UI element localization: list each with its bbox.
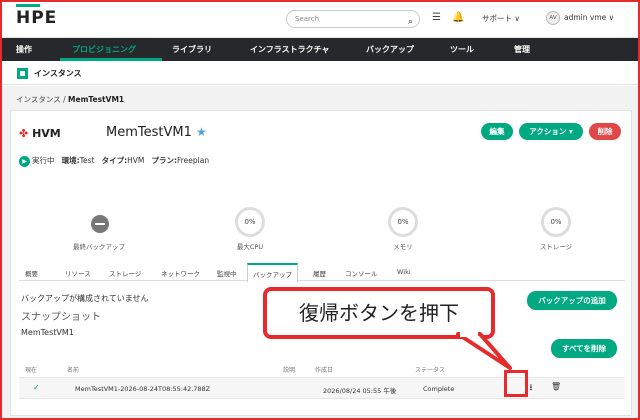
trash-icon[interactable]: 🗑	[551, 382, 561, 391]
tab-network[interactable]: ネットワーク	[161, 268, 200, 278]
tab-backups[interactable]: バックアップ	[247, 263, 298, 282]
stat-label-storage: ストレージ	[539, 243, 573, 251]
nav-tools[interactable]: ツール	[450, 44, 474, 55]
tab-resources[interactable]: リソース	[65, 268, 91, 278]
instance-tabs: 概要 リソース ストレージ ネットワーク 監視中 バックアップ 履歴 コンソール…	[19, 263, 625, 282]
bell-icon[interactable]: 🔔	[452, 12, 464, 23]
cpu-gauge: 0%	[235, 207, 265, 237]
sub-header: インスタンス	[2, 61, 638, 85]
restore-highlight-box	[504, 370, 528, 397]
user-menu[interactable]: admin vme ∨	[564, 13, 614, 22]
nav-operations[interactable]: 操作	[16, 44, 32, 55]
top-bar: HPE Search ⌕ ☰ 🔔 サポート ∨ AV admin vme ∨	[2, 2, 638, 38]
callout-tail	[456, 330, 512, 370]
support-menu[interactable]: サポート ∨	[482, 13, 520, 24]
snapshot-created: 2026/08/24 05:55 午後	[323, 387, 397, 395]
col-description: 説明	[283, 367, 296, 374]
stat-label-memory: メモリ	[393, 243, 413, 251]
avatar[interactable]: AV	[546, 11, 560, 25]
hpe-logo: HPE	[16, 4, 57, 28]
edit-button[interactable]: 編集	[481, 123, 513, 140]
tab-history[interactable]: 履歴	[313, 268, 326, 278]
memory-gauge: 0%	[388, 207, 418, 237]
nav-admin[interactable]: 管理	[514, 44, 530, 55]
tab-console[interactable]: コンソール	[345, 268, 378, 278]
nav-backup[interactable]: バックアップ	[366, 44, 414, 55]
col-name: 名前	[67, 367, 80, 374]
col-status: ステータス	[415, 367, 446, 374]
nav-library[interactable]: ライブラリ	[172, 44, 212, 55]
star-icon[interactable]: ★	[196, 125, 207, 139]
snapshot-heading: スナップショット	[21, 312, 101, 323]
snapshot-status: Complete	[423, 385, 455, 393]
storage-gauge: 0%	[541, 207, 571, 237]
breadcrumb-sep: /	[63, 95, 66, 104]
instance-title: MemTestVM1 ★	[106, 125, 207, 140]
snapshot-instance-name: MemTestVM1	[21, 328, 74, 337]
tab-overview[interactable]: 概要	[25, 268, 38, 278]
stat-label-backup: 最終バックアップ	[73, 243, 125, 251]
instance-card: ✤ HVM MemTestVM1 ★ 編集 アクション ▾ 削除 ▶ 実行中 環境…	[10, 110, 632, 416]
col-created: 作成日	[315, 367, 334, 374]
add-backup-button[interactable]: バックアップの追加	[527, 291, 617, 310]
tab-storage[interactable]: ストレージ	[109, 268, 141, 278]
instance-status: ▶ 実行中 環境:Test タイプ:HVM プラン:Freeplan	[19, 155, 209, 167]
breadcrumb: インスタンス / MemTestVM1	[16, 94, 124, 105]
nav-infrastructure[interactable]: インフラストラクチャ	[250, 44, 330, 55]
delete-all-button[interactable]: すべてを削除	[551, 339, 617, 358]
backup-disabled-icon	[91, 215, 109, 233]
nav-provisioning[interactable]: プロビジョニング	[72, 44, 136, 55]
breadcrumb-current: MemTestVM1	[68, 95, 125, 104]
tab-monitoring[interactable]: 監視中	[217, 268, 237, 278]
hvm-logo: ✤ HVM	[19, 127, 61, 140]
content-area: インスタンス / MemTestVM1 ✤ HVM MemTestVM1 ★ 編…	[2, 86, 638, 418]
hvm-mark-icon: ✤	[19, 127, 29, 140]
tab-wiki[interactable]: Wiki	[397, 268, 411, 276]
list-icon[interactable]: ☰	[432, 12, 441, 23]
stat-label-cpu: 最大CPU	[236, 243, 264, 251]
delete-button[interactable]: 削除	[589, 123, 621, 140]
sub-title: インスタンス	[34, 69, 82, 78]
breadcrumb-root[interactable]: インスタンス	[16, 95, 61, 104]
instances-icon	[17, 68, 28, 79]
table-row: ✓ MemTestVM1-2026-08-24T08:55:42.788Z 20…	[19, 377, 625, 399]
snapshot-name: MemTestVM1-2026-08-24T08:55:42.788Z	[75, 385, 211, 393]
col-current: 現在	[25, 367, 38, 374]
main-nav: 操作 プロビジョニング ライブラリ インフラストラクチャ バックアップ ツール …	[2, 38, 638, 61]
search-icon: ⌕	[407, 17, 413, 27]
search-input[interactable]: Search ⌕	[286, 10, 420, 28]
play-icon: ▶	[19, 155, 30, 167]
current-check-icon: ✓	[33, 383, 40, 392]
action-button[interactable]: アクション ▾	[519, 123, 583, 140]
backup-not-configured-text: バックアップが構成されていません	[21, 294, 149, 303]
